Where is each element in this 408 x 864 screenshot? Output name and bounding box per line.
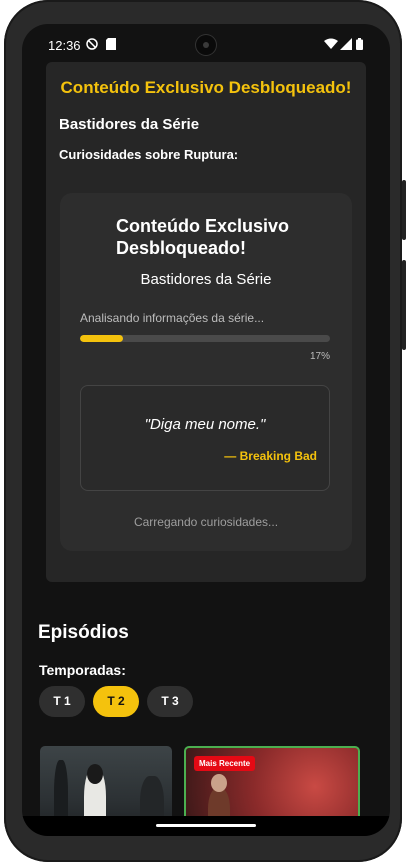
status-bar: 12:36 <box>22 24 390 64</box>
screen: 12:36 Conteúdo Exclusivo Desbloqueado! B… <box>22 24 390 836</box>
signal-icon <box>340 38 352 53</box>
progress-bar <box>80 335 330 342</box>
season-chip-1[interactable]: T 1 <box>39 686 85 717</box>
panel-subtitle: Bastidores da Série <box>140 271 272 288</box>
quote-author: — Breaking Bad <box>224 449 317 463</box>
progress-fill <box>80 335 123 342</box>
card-subtitle: Bastidores da Série <box>59 116 200 133</box>
front-camera <box>196 35 216 55</box>
curiosities-label: Curiosidades sobre Ruptura: <box>59 147 239 162</box>
season-chip-3[interactable]: T 3 <box>147 686 193 717</box>
curiosities-panel: Conteúdo Exclusivo Desbloqueado! Bastido… <box>60 193 352 551</box>
sim-card-icon <box>106 38 116 53</box>
wifi-icon <box>324 38 338 53</box>
volume-button <box>402 260 406 350</box>
status-time: 12:36 <box>48 38 81 53</box>
navigation-bar <box>22 816 390 836</box>
character-figure <box>211 774 227 792</box>
episodes-heading: Episódios <box>38 622 129 643</box>
battery-icon <box>356 38 363 53</box>
loading-text: Carregando curiosidades... <box>133 515 279 529</box>
latest-badge: Mais Recente <box>194 756 256 771</box>
do-not-disturb-icon <box>86 38 98 53</box>
progress-percentage: 17% <box>309 351 330 362</box>
quote-text: "Diga meu nome." <box>144 416 266 433</box>
quote-box: "Diga meu nome." — Breaking Bad <box>80 385 330 491</box>
progress-label: Analisando informações da série... <box>80 311 265 325</box>
unlocked-content-card: Conteúdo Exclusivo Desbloqueado! Bastido… <box>46 62 366 582</box>
season-chip-2[interactable]: T 2 <box>93 686 139 717</box>
panel-title: Conteúdo Exclusivo Desbloqueado! <box>116 216 290 258</box>
seasons-label: Temporadas: <box>39 662 126 678</box>
phone-frame: 12:36 Conteúdo Exclusivo Desbloqueado! B… <box>4 0 406 862</box>
power-button <box>402 180 406 240</box>
home-gesture-handle[interactable] <box>156 824 256 827</box>
card-title: Conteúdo Exclusivo Desbloqueado! <box>60 78 352 97</box>
character-figure <box>87 764 103 784</box>
